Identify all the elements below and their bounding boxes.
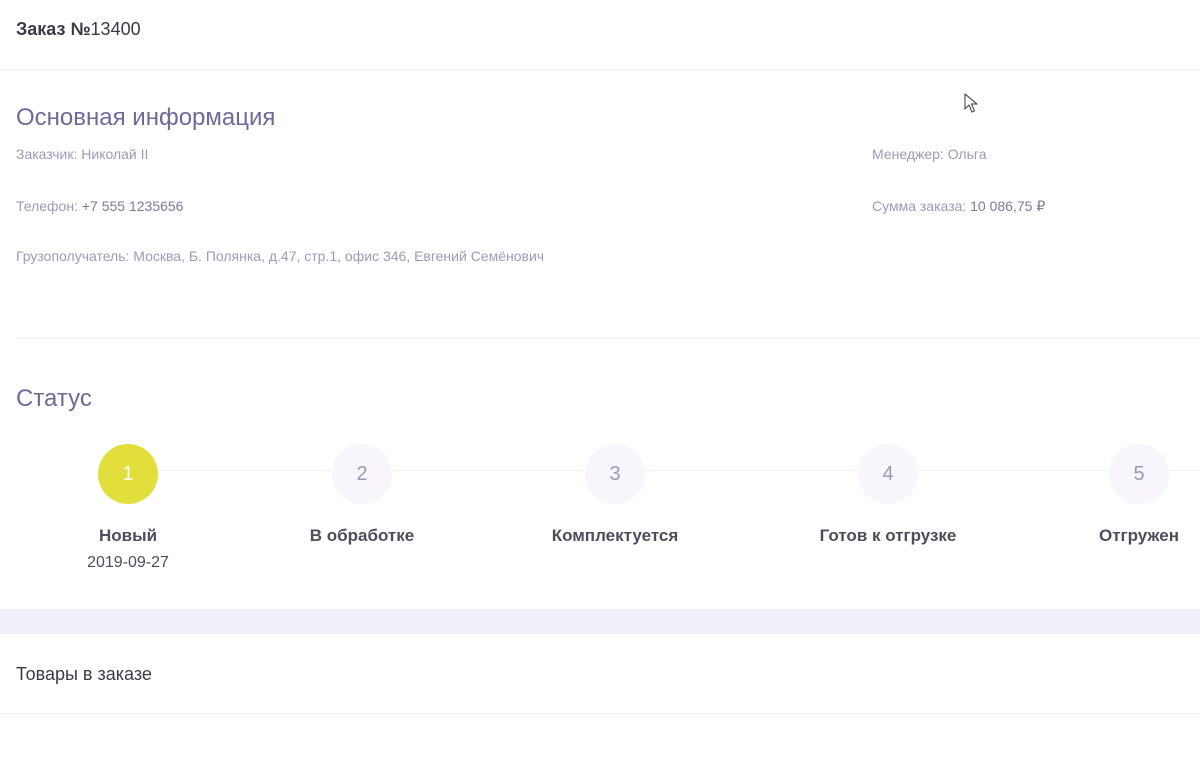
consignee-line: Грузополучатель: Москва, Б. Полянка, д.4… [16,248,544,264]
info-section-title: Основная информация [16,104,276,131]
section-divider [16,338,1200,339]
total-line: Сумма заказа: 10 086,75 ₽ [872,198,1045,215]
products-title: Товары в заказе [16,664,152,684]
customer-value: Николай II [81,146,149,162]
step-label: Отгружен [1098,526,1179,545]
step-number-circle: 5 [1109,444,1169,504]
manager-line: Менеджер: Ольга [872,146,986,162]
manager-label: Менеджер: [872,146,944,162]
step-label: Комплектуется [551,526,679,545]
manager-value: Ольга [947,146,987,162]
step-label: Готов к отгрузке [819,526,957,545]
step-date: 2019-09-27 [87,554,169,571]
order-label: Заказ № [16,19,91,39]
status-step-2[interactable]: 2 В обработке [262,444,462,546]
order-number: 13400 [90,19,141,39]
customer-line: Заказчик: Николай II [16,146,148,162]
phone-label: Телефон: [16,198,78,214]
products-section[interactable]: Товары в заказе [0,634,1200,714]
status-step-5[interactable]: 5 Отгружен [1039,444,1200,546]
status-section-title: Статус [16,385,92,412]
step-label: Новый [98,526,158,545]
status-step-3[interactable]: 3 Комплектуется [515,444,715,546]
step-number-circle: 2 [332,444,392,504]
status-step-1[interactable]: 1 Новый 2019-09-27 [28,444,228,572]
step-number-circle: 1 [98,444,158,504]
consignee-label: Грузополучатель: [16,248,130,264]
consignee-value: Москва, Б. Полянка, д.47, стр.1, офис 34… [133,248,545,264]
total-label: Сумма заказа: [872,198,967,214]
order-title: Заказ №13400 [16,19,141,40]
section-separator-band [0,609,1200,634]
step-label: В обработке [309,526,415,545]
phone-value: +7 555 1235656 [81,198,184,214]
step-number-circle: 4 [858,444,918,504]
status-step-4[interactable]: 4 Готов к отгрузке [788,444,988,546]
phone-line: Телефон: +7 555 1235656 [16,198,183,214]
order-header: Заказ №13400 [0,0,1200,70]
total-value: 10 086,75 ₽ [970,198,1046,214]
step-number-circle: 3 [585,444,645,504]
mouse-pointer-icon [964,93,978,113]
customer-label: Заказчик: [16,146,78,162]
